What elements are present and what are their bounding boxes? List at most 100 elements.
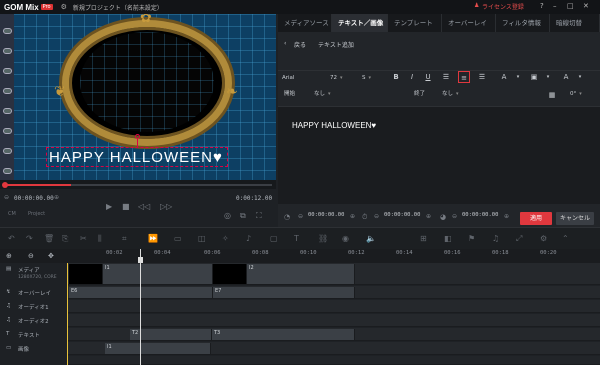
overlay-clip[interactable]: E7 xyxy=(213,287,355,298)
plus-icon[interactable]: ⊕ xyxy=(426,213,431,220)
media-clip[interactable]: I1 xyxy=(103,264,213,284)
fit-timeline-icon[interactable]: ✥ xyxy=(48,252,54,260)
marker-icon[interactable]: ⚑ xyxy=(468,234,475,243)
outline-color-icon[interactable]: ▣ xyxy=(528,71,540,83)
zoom-out-icon[interactable]: ⊖ xyxy=(28,252,34,260)
preview-text-overlay[interactable]: HAPPY HALLOWEEN♥ xyxy=(46,147,228,167)
record-icon[interactable]: ◉ xyxy=(342,234,349,243)
tab-project[interactable]: Project xyxy=(28,211,45,217)
snapshot-icon[interactable]: ◫ xyxy=(198,234,206,243)
collapse-icon[interactable]: ⌃ xyxy=(562,234,569,243)
screen-icon[interactable]: ▭ xyxy=(174,234,182,243)
audio2-track[interactable] xyxy=(67,314,600,327)
tab-text-image[interactable]: テキスト／画像 xyxy=(332,14,388,32)
italic-button[interactable]: I xyxy=(406,71,418,83)
minus-icon[interactable]: ⊖ xyxy=(374,213,379,220)
stop-icon[interactable]: ■ xyxy=(122,202,130,211)
duration-field[interactable]: 00:00:00.00 xyxy=(384,212,420,223)
text-icon[interactable]: T xyxy=(294,234,299,243)
minus-icon[interactable]: ⊖ xyxy=(4,194,9,201)
editor-content[interactable]: HAPPY HALLOWEEN♥ xyxy=(292,121,376,130)
redo-icon[interactable]: ↷ xyxy=(26,234,33,243)
tab-template[interactable]: テンプレート xyxy=(388,14,442,32)
speed-icon[interactable]: ⏩ xyxy=(148,234,158,243)
user-icon[interactable]: ♟ xyxy=(474,2,479,9)
tab-transition[interactable]: 暗線切替 xyxy=(550,14,600,32)
font-size-select[interactable]: 72 ▾ xyxy=(330,73,352,84)
audio1-track[interactable] xyxy=(67,300,600,313)
media-clip-black[interactable] xyxy=(69,264,103,284)
plus-icon[interactable]: ⊕ xyxy=(504,213,509,220)
overlay-clip[interactable]: E6 xyxy=(69,287,213,298)
export-icon[interactable]: ⧉ xyxy=(240,211,246,221)
chevron-down-icon[interactable]: ▾ xyxy=(542,71,554,83)
media-track[interactable]: I1 I2 xyxy=(67,263,600,285)
rotation-select[interactable]: 0° ▾ xyxy=(570,89,596,100)
start-time-field[interactable]: 00:00:00.00 xyxy=(308,212,344,223)
image-track[interactable]: I1 xyxy=(67,342,600,355)
fit-icon[interactable]: ⤢ xyxy=(516,234,522,244)
plus-icon[interactable]: ⊕ xyxy=(54,194,59,201)
audio-icon[interactable]: ♪ xyxy=(246,234,251,243)
settings-icon[interactable]: ⚙ xyxy=(540,234,547,243)
text-editor[interactable]: HAPPY HALLOWEEN♥ xyxy=(278,106,600,204)
chevron-left-icon[interactable]: ‹ xyxy=(284,40,294,47)
text-clip[interactable]: T2 xyxy=(130,329,212,340)
layout-icon[interactable]: ▦ xyxy=(546,89,558,101)
crop-icon[interactable]: ⌗ xyxy=(122,234,127,244)
chevron-down-icon[interactable]: ▾ xyxy=(512,71,524,83)
snapshot-icon[interactable]: ◎ xyxy=(224,211,231,220)
seek-bar[interactable] xyxy=(0,180,276,189)
close-icon[interactable]: ✕ xyxy=(583,2,589,10)
copy-icon[interactable]: ⎘ xyxy=(62,234,68,244)
gear-icon[interactable]: ⚙ xyxy=(61,3,67,11)
cut-icon[interactable]: ✂ xyxy=(80,234,87,243)
chevron-down-icon[interactable]: ▾ xyxy=(574,71,586,83)
video-preview[interactable]: ❦ ❧ ✿ HAPPY HALLOWEEN♥ xyxy=(0,14,276,180)
tab-cm[interactable]: CM xyxy=(8,211,16,217)
next-frame-icon[interactable]: ▷▷ xyxy=(160,202,172,211)
align-left-icon[interactable]: ☰ xyxy=(440,71,452,83)
text-track[interactable]: T2 T3 xyxy=(67,328,600,341)
back-button[interactable]: 戻る xyxy=(294,40,314,49)
link-icon[interactable]: ⛓ xyxy=(318,234,328,243)
align-right-icon[interactable]: ☰ xyxy=(476,71,488,83)
underline-button[interactable]: U xyxy=(422,71,434,83)
tab-media-source[interactable]: メディアソース xyxy=(278,14,332,32)
undo-icon[interactable]: ↶ xyxy=(8,234,15,243)
playhead-handle[interactable] xyxy=(138,257,143,263)
style-select[interactable]: S ▾ xyxy=(362,73,376,84)
seek-knob[interactable] xyxy=(2,182,8,188)
minus-icon[interactable]: ⊖ xyxy=(298,213,303,220)
mute-icon[interactable]: ♫ xyxy=(492,234,499,243)
shadow-color-icon[interactable]: A xyxy=(560,71,572,83)
text-clip[interactable]: T3 xyxy=(212,329,355,340)
font-select[interactable]: Arial xyxy=(282,73,322,84)
media-clip-black[interactable] xyxy=(213,264,247,284)
split-icon[interactable]: ⫼ xyxy=(98,234,102,244)
zoom-in-icon[interactable]: ⊕ xyxy=(6,252,12,260)
maximize-icon[interactable]: □ xyxy=(567,2,574,10)
align-center-icon[interactable]: ≡ xyxy=(458,71,470,83)
help-icon[interactable]: ? xyxy=(540,2,544,10)
timeline-ruler[interactable]: ⊕ ⊖ ✥ 00:02 00:04 00:06 00:08 00:10 00:1… xyxy=(0,249,600,263)
rotate-handle[interactable] xyxy=(135,134,140,139)
delete-icon[interactable]: 🗑 xyxy=(44,234,54,243)
prev-frame-icon[interactable]: ◁◁ xyxy=(138,202,150,211)
license-link[interactable]: ライセンス登録 xyxy=(482,2,524,11)
image-clip[interactable]: I1 xyxy=(105,343,211,354)
tab-filter[interactable]: フィルタ情報 xyxy=(496,14,550,32)
fullscreen-icon[interactable]: ⛶ xyxy=(256,211,262,221)
minimize-icon[interactable]: – xyxy=(553,2,557,10)
cancel-button[interactable]: キャンセル xyxy=(556,212,594,225)
effect-icon[interactable]: ✧ xyxy=(222,234,229,243)
text-color-icon[interactable]: A xyxy=(498,71,510,83)
image-icon[interactable]: ▢ xyxy=(270,234,278,243)
plus-icon[interactable]: ⊕ xyxy=(350,213,355,220)
media-clip[interactable]: I2 xyxy=(247,264,355,284)
play-icon[interactable]: ▶ xyxy=(106,202,112,211)
overlay-track[interactable]: E6 E7 xyxy=(67,286,600,299)
fade-icon[interactable]: ◧ xyxy=(444,234,452,243)
apply-button[interactable]: 適用 xyxy=(520,212,552,225)
tab-overlay[interactable]: オーバーレイ xyxy=(442,14,496,32)
